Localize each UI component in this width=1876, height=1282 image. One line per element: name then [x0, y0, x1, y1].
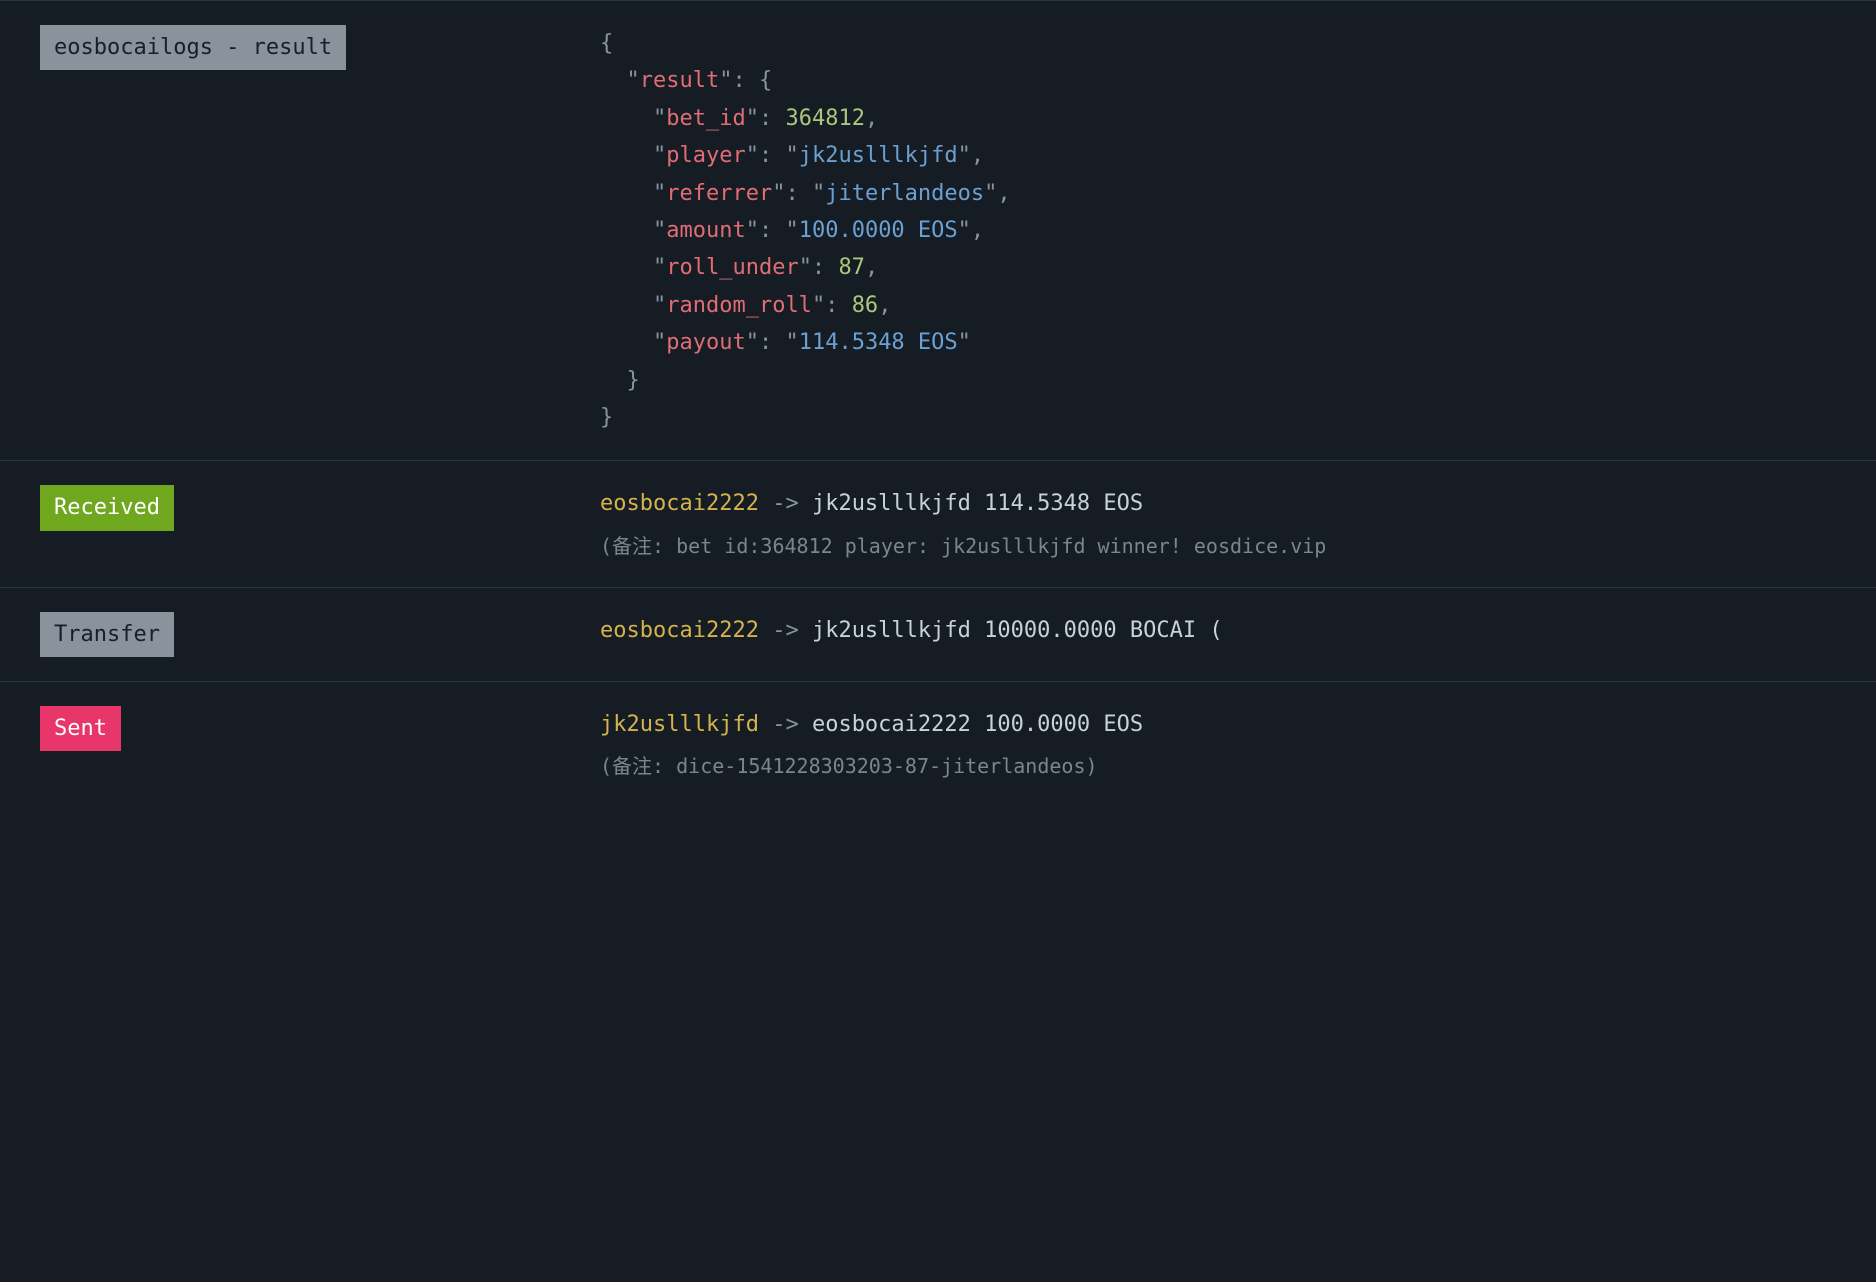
from-account[interactable]: jk2uslllkjfd — [600, 712, 759, 737]
to-account[interactable]: jk2uslllkjfd — [812, 618, 971, 643]
transfer-badge: Transfer — [40, 612, 174, 657]
from-account[interactable]: eosbocai2222 — [600, 618, 759, 643]
transfer-line: eosbocai2222 -> jk2uslllkjfd 10000.0000 … — [600, 612, 1836, 649]
memo-text: (备注: dice-1541228303203-87-jiterlandeos) — [600, 749, 1836, 783]
transfer-line: eosbocai2222 -> jk2uslllkjfd 114.5348 EO… — [600, 485, 1836, 522]
json-block: { "result": { "bet_id": 364812, "player"… — [600, 25, 1836, 436]
transfer-row: Transfer eosbocai2222 -> jk2uslllkjfd 10… — [0, 587, 1876, 681]
transfer-line: jk2uslllkjfd -> eosbocai2222 100.0000 EO… — [600, 706, 1836, 743]
to-account[interactable]: eosbocai2222 — [812, 712, 971, 737]
amount-value: 10000.0000 BOCAI ( — [984, 618, 1222, 643]
action-badge: eosbocailogs - result — [40, 25, 346, 70]
arrow-icon: -> — [772, 618, 799, 643]
arrow-icon: -> — [772, 491, 799, 516]
sent-badge: Sent — [40, 706, 121, 751]
received-badge: Received — [40, 485, 174, 530]
amount-value: 100.0000 EOS — [984, 712, 1143, 737]
from-account[interactable]: eosbocai2222 — [600, 491, 759, 516]
received-row: Received eosbocai2222 -> jk2uslllkjfd 11… — [0, 460, 1876, 586]
action-row: eosbocailogs - result { "result": { "bet… — [0, 0, 1876, 460]
memo-text: (备注: bet id:364812 player: jk2uslllkjfd … — [600, 529, 1836, 563]
arrow-icon: -> — [772, 712, 799, 737]
sent-row: Sent jk2uslllkjfd -> eosbocai2222 100.00… — [0, 681, 1876, 807]
to-account[interactable]: jk2uslllkjfd — [812, 491, 971, 516]
amount-value: 114.5348 EOS — [984, 491, 1143, 516]
